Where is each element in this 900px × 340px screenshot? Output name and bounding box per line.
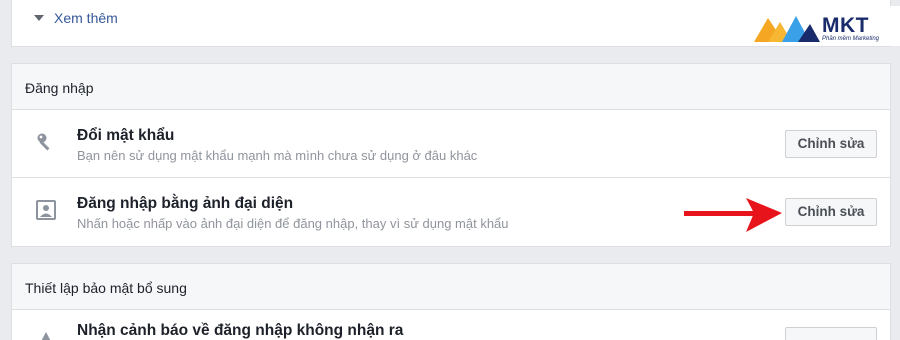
login-alerts-title: Nhận cảnh báo về đăng nhập không nhận ra	[77, 322, 404, 339]
profile-picture-login-description: Nhấn hoặc nhấp vào ảnh đại diện để đăng …	[77, 216, 509, 231]
alert-icon	[41, 332, 51, 340]
red-arrow-annotation	[684, 198, 782, 232]
login-alerts-row: Nhận cảnh báo về đăng nhập không nhận ra	[12, 310, 890, 340]
change-password-edit-button[interactable]: Chỉnh sửa	[785, 130, 877, 158]
see-more-label: Xem thêm	[54, 10, 118, 26]
login-alerts-edit-button[interactable]	[785, 327, 877, 340]
see-more-link[interactable]: Xem thêm	[34, 10, 118, 26]
profile-picture-login-title: Đăng nhập bằng ảnh đại diện	[77, 195, 294, 212]
profile-picture-login-edit-button[interactable]: Chỉnh sửa	[785, 198, 877, 226]
caret-down-icon	[34, 15, 44, 21]
login-section-header: Đăng nhập	[12, 64, 890, 110]
logo-tagline: Phần mềm Marketing	[822, 36, 880, 42]
logo-brand: MKT	[822, 14, 869, 37]
change-password-title: Đổi mật khẩu	[77, 127, 175, 144]
extra-security-section: Thiết lập bảo mật bổ sung Nhận cảnh báo …	[11, 263, 891, 340]
mkt-logo-icon	[754, 16, 820, 42]
change-password-description: Bạn nên sử dụng mật khẩu mạnh mà mình ch…	[77, 148, 478, 163]
key-icon	[37, 133, 50, 151]
mkt-logo: MKT Phần mềm Marketing	[750, 6, 900, 46]
change-password-row: Đổi mật khẩu Bạn nên sử dụng mật khẩu mạ…	[12, 110, 890, 178]
profile-picture-icon	[36, 200, 56, 220]
extra-security-header: Thiết lập bảo mật bổ sung	[12, 264, 890, 310]
